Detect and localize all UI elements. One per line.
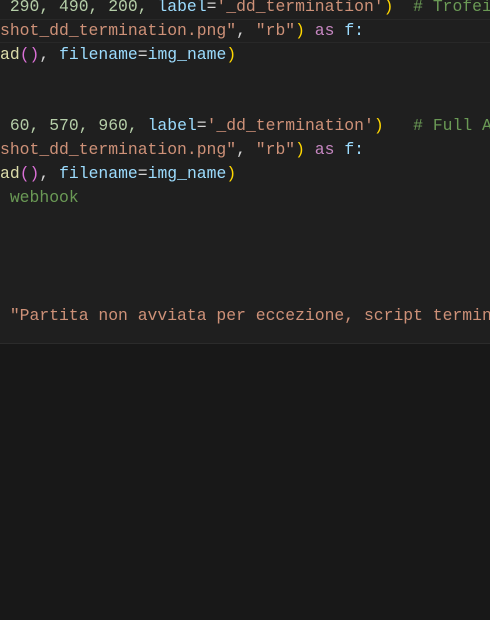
token-bracket: ) xyxy=(226,45,237,64)
token-op: , xyxy=(39,164,60,183)
token-op: , xyxy=(236,21,256,40)
token-bracket: ) xyxy=(383,0,394,16)
token-comment: # Full Ap xyxy=(383,116,490,135)
token-string: shot_dd_termination.png" xyxy=(0,140,237,159)
token-string: "rb" xyxy=(255,21,296,40)
code-line[interactable]: webhook xyxy=(0,186,79,210)
token-bracket: ) xyxy=(373,116,384,135)
token-param: label xyxy=(157,0,207,16)
empty-panel xyxy=(0,344,490,620)
code-line[interactable]: 60, 570, 960, label='_dd_termination') #… xyxy=(0,114,490,138)
token-op: = xyxy=(206,0,217,16)
token-string: "Partita non avviata per eccezione, scri… xyxy=(9,306,490,325)
token-string: '_dd_termination' xyxy=(216,0,384,16)
token-function: ad xyxy=(0,164,20,183)
token-string: "rb" xyxy=(255,140,296,159)
token-comment: # Trofei xyxy=(393,0,490,16)
token-numbers: 60, 570, 960, xyxy=(9,116,148,135)
token-param: filename xyxy=(59,164,138,183)
token-keyword: as xyxy=(304,140,345,159)
code-editor[interactable]: 290, 490, 200, label='_dd_termination') … xyxy=(0,0,490,344)
token-param: filename xyxy=(59,45,138,64)
token-param: label xyxy=(147,116,197,135)
token-bracket: ( xyxy=(19,164,30,183)
token-function: ad xyxy=(0,45,20,64)
token-var: img_name xyxy=(147,45,227,64)
code-line[interactable]: 290, 490, 200, label='_dd_termination') … xyxy=(0,0,490,19)
code-line[interactable]: ad(), filename=img_name) xyxy=(0,162,236,186)
token-op: , xyxy=(39,45,60,64)
token-string: shot_dd_termination.png" xyxy=(0,21,237,40)
token-op: = xyxy=(137,45,148,64)
token-numbers: 290, 490, 200, xyxy=(9,0,158,16)
code-line[interactable]: ad(), filename=img_name) xyxy=(0,43,236,67)
token-bracket: ) xyxy=(226,164,237,183)
code-line[interactable]: shot_dd_termination.png", "rb") as f: xyxy=(0,138,364,162)
token-op: , xyxy=(236,140,256,159)
token-comment: webhook xyxy=(9,188,79,207)
code-line-current[interactable]: shot_dd_termination.png", "rb") as f: xyxy=(0,19,490,43)
token-var: f: xyxy=(344,140,365,159)
code-line[interactable]: "Partita non avviata per eccezione, scri… xyxy=(0,304,490,328)
token-bracket: ) xyxy=(29,45,40,64)
token-string: '_dd_termination' xyxy=(206,116,374,135)
token-keyword: as xyxy=(304,21,345,40)
token-var: f: xyxy=(344,21,365,40)
token-bracket: ) xyxy=(29,164,40,183)
token-bracket: ( xyxy=(19,45,30,64)
token-op: = xyxy=(137,164,148,183)
token-bracket: ) xyxy=(295,140,305,159)
token-bracket: ) xyxy=(295,21,305,40)
token-op: = xyxy=(196,116,207,135)
token-var: img_name xyxy=(147,164,227,183)
